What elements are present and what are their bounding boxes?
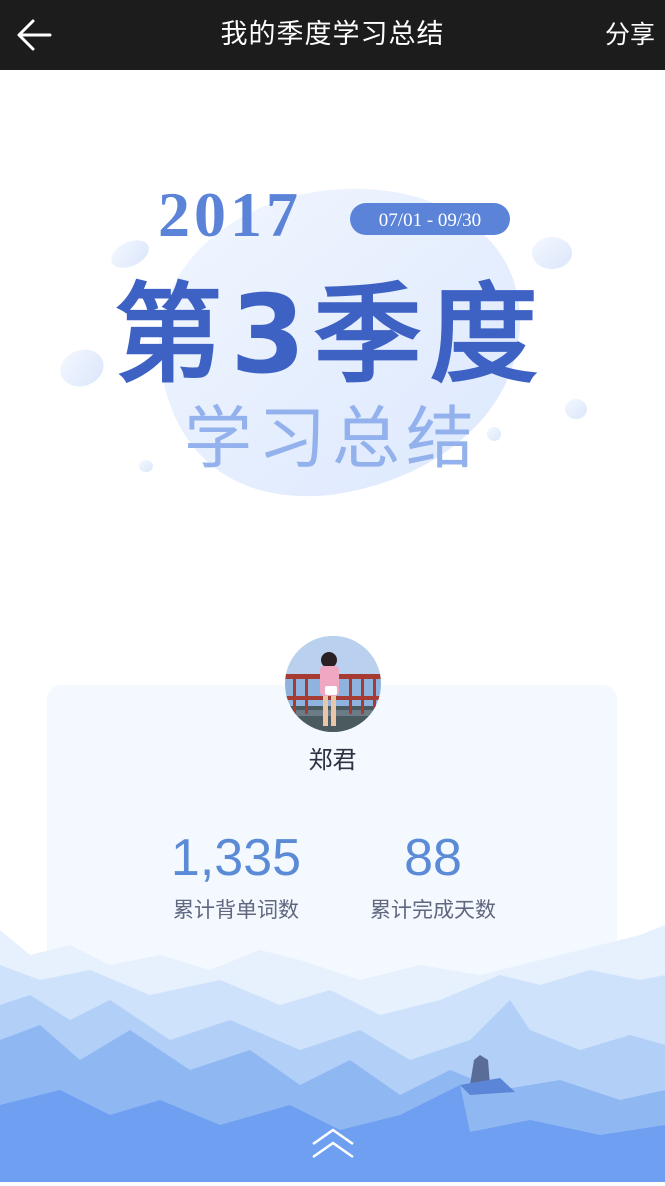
chevron-double-up-icon <box>312 1128 354 1159</box>
hero-dot <box>487 427 501 441</box>
hero-artwork: 2017 07/01 - 09/30 第3季度 学习总结 <box>60 179 587 497</box>
avatar[interactable] <box>285 636 381 732</box>
hero-date-range: 07/01 - 09/30 <box>379 210 481 231</box>
share-button[interactable]: 分享 <box>605 0 655 70</box>
hero-headline: 第3季度 <box>114 273 545 398</box>
hero-dot <box>139 460 153 472</box>
hero-banner: 2017 07/01 - 09/30 第3季度 学习总结 <box>0 150 665 530</box>
scroll-up-button[interactable] <box>308 1124 358 1164</box>
stat-words: 1,335 累计背单词数 <box>126 828 346 924</box>
top-bar: 我的季度学习总结 分享 <box>0 0 665 70</box>
user-name: 郑君 <box>308 746 357 774</box>
page-title: 我的季度学习总结 <box>220 19 445 50</box>
hero-subheadline: 学习总结 <box>184 400 480 479</box>
stat-days-value: 88 <box>404 829 462 887</box>
avatar-photo <box>285 636 381 732</box>
hero-dot <box>565 399 587 419</box>
stat-words-value: 1,335 <box>170 829 302 887</box>
hero-dot <box>111 240 149 268</box>
hero-dot <box>532 237 572 269</box>
stat-days: 88 累计完成天数 <box>323 828 543 924</box>
back-button[interactable] <box>14 14 56 56</box>
hero-dot <box>60 349 104 387</box>
hero-year: 2017 <box>158 179 302 250</box>
arrow-left-icon <box>17 19 52 51</box>
